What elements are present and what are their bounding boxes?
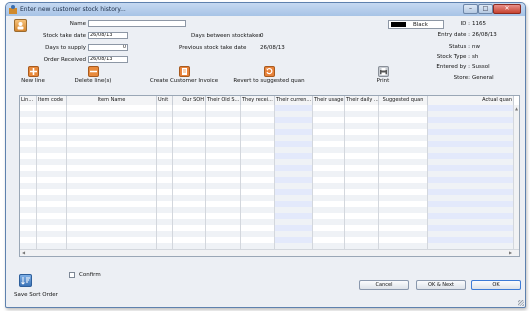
table-row[interactable] — [20, 159, 513, 165]
col-suggested[interactable]: Suggested quan — [379, 96, 428, 105]
scroll-left-icon[interactable]: ◀ — [22, 250, 25, 255]
status-value: nw — [472, 44, 480, 50]
window-title: Enter new customer stock history... — [20, 6, 126, 13]
column-divider — [205, 105, 206, 249]
stock-type-value: sh — [472, 54, 479, 60]
printer-icon — [377, 66, 389, 77]
col-our-soh[interactable]: Our SOH — [173, 96, 206, 105]
user-icon[interactable] — [14, 19, 27, 32]
column-divider — [36, 105, 37, 249]
confirm-label: Confirm — [79, 272, 101, 278]
title-bar[interactable]: Enter new customer stock history... – □ … — [6, 3, 525, 16]
save-sort-icon[interactable] — [19, 274, 32, 287]
entry-date-value: 26/08/13 — [472, 32, 497, 38]
create-invoice-button[interactable]: Create Customer Invoice — [144, 66, 224, 84]
invoice-icon — [178, 66, 190, 77]
maximize-button[interactable]: □ — [478, 4, 493, 14]
new-line-button[interactable]: New line — [18, 66, 48, 84]
horizontal-scrollbar[interactable]: ◀ ▶ — [20, 249, 519, 256]
table-row[interactable] — [20, 207, 513, 213]
user-glyph-icon — [17, 22, 24, 30]
ok-button[interactable]: OK — [471, 280, 521, 290]
stock-table[interactable]: Lin... Item code Item Name Unit Our SOH … — [19, 95, 520, 257]
column-divider — [240, 105, 241, 249]
scroll-right-icon[interactable]: ▶ — [509, 250, 512, 255]
table-row[interactable] — [20, 135, 513, 141]
days-between-value: 0 — [260, 33, 264, 39]
minus-icon — [87, 66, 99, 77]
table-row[interactable] — [20, 111, 513, 117]
col-line[interactable]: Lin... — [20, 96, 37, 105]
status-label: Status : — [448, 44, 470, 50]
table-row[interactable] — [20, 183, 513, 189]
id-value: 1165 — [472, 21, 486, 27]
revert-icon — [263, 66, 275, 77]
sort-glyph-icon — [21, 277, 30, 285]
column-divider — [312, 105, 313, 249]
col-their-current[interactable]: Their curren... — [275, 96, 313, 105]
store-value: General — [472, 75, 494, 81]
previous-date-value: 26/08/13 — [260, 45, 285, 51]
col-actual[interactable]: Actual quan — [428, 96, 514, 105]
create-invoice-label: Create Customer Invoice — [149, 78, 219, 84]
new-line-label: New line — [21, 78, 45, 84]
table-row[interactable] — [20, 219, 513, 225]
column-divider — [378, 105, 379, 249]
days-to-supply-field[interactable]: 0 — [88, 44, 128, 51]
col-item-code[interactable]: Item code — [37, 96, 67, 105]
days-between-label: Days between stocktakes — [191, 33, 262, 39]
col-their-usage[interactable]: Their usage — [313, 96, 345, 105]
col-their-daily[interactable]: Their daily ... — [345, 96, 379, 105]
save-sort-label[interactable]: Save Sort Order — [14, 292, 58, 298]
table-row[interactable] — [20, 231, 513, 237]
previous-date-label: Previous stock take date — [179, 45, 247, 51]
resize-grip[interactable] — [518, 300, 524, 306]
entered-by-value: Sussol — [472, 64, 490, 70]
name-field[interactable] — [88, 20, 186, 27]
delete-lines-button[interactable]: Delete line(s) — [71, 66, 115, 84]
stock-type-label: Stock Type : — [436, 54, 470, 60]
entry-date-label: Entry date : — [437, 32, 470, 38]
delete-lines-label: Delete line(s) — [74, 78, 112, 84]
revert-label: Revert to suggested quan — [233, 78, 305, 84]
color-swatch — [391, 22, 406, 27]
revert-button[interactable]: Revert to suggested quan — [228, 66, 310, 84]
store-label: Store: — [453, 75, 470, 81]
order-received-field[interactable]: 26/08/13 — [88, 56, 128, 63]
confirm-checkbox[interactable] — [69, 272, 75, 278]
close-button[interactable]: ✕ — [493, 4, 521, 14]
column-divider — [172, 105, 173, 249]
entered-by-label: Entered by : — [436, 64, 470, 70]
table-row[interactable] — [20, 171, 513, 177]
print-button[interactable]: Print — [370, 66, 396, 84]
days-to-supply-label: Days to supply — [45, 45, 86, 51]
column-divider — [156, 105, 157, 249]
col-their-old-stock[interactable]: Their Old S... — [206, 96, 241, 105]
plus-icon — [27, 66, 39, 77]
col-they-received[interactable]: They recei... — [241, 96, 275, 105]
stock-take-date-label: Stock take date — [42, 33, 86, 39]
column-divider — [66, 105, 67, 249]
vertical-scrollbar[interactable]: ▲ — [513, 105, 519, 249]
table-row[interactable] — [20, 123, 513, 129]
id-label: ID : — [460, 21, 470, 27]
ok-next-button[interactable]: OK & Next — [416, 280, 466, 290]
col-item-name[interactable]: Item Name — [67, 96, 157, 105]
cancel-button[interactable]: Cancel — [359, 280, 409, 290]
minimize-button[interactable]: – — [463, 4, 478, 14]
col-unit[interactable]: Unit — [157, 96, 173, 105]
column-divider — [344, 105, 345, 249]
order-received-label: Order Received — [43, 57, 86, 63]
name-label: Name — [69, 21, 86, 27]
table-row[interactable] — [20, 147, 513, 153]
column-divider — [427, 105, 428, 249]
print-label: Print — [376, 78, 390, 84]
table-row[interactable] — [20, 195, 513, 201]
column-divider — [274, 105, 275, 249]
stock-take-date-field[interactable]: 26/08/13 — [88, 32, 128, 39]
app-icon — [9, 5, 17, 14]
scroll-up-icon[interactable]: ▲ — [515, 106, 518, 111]
stock-history-window: Enter new customer stock history... – □ … — [5, 2, 526, 308]
